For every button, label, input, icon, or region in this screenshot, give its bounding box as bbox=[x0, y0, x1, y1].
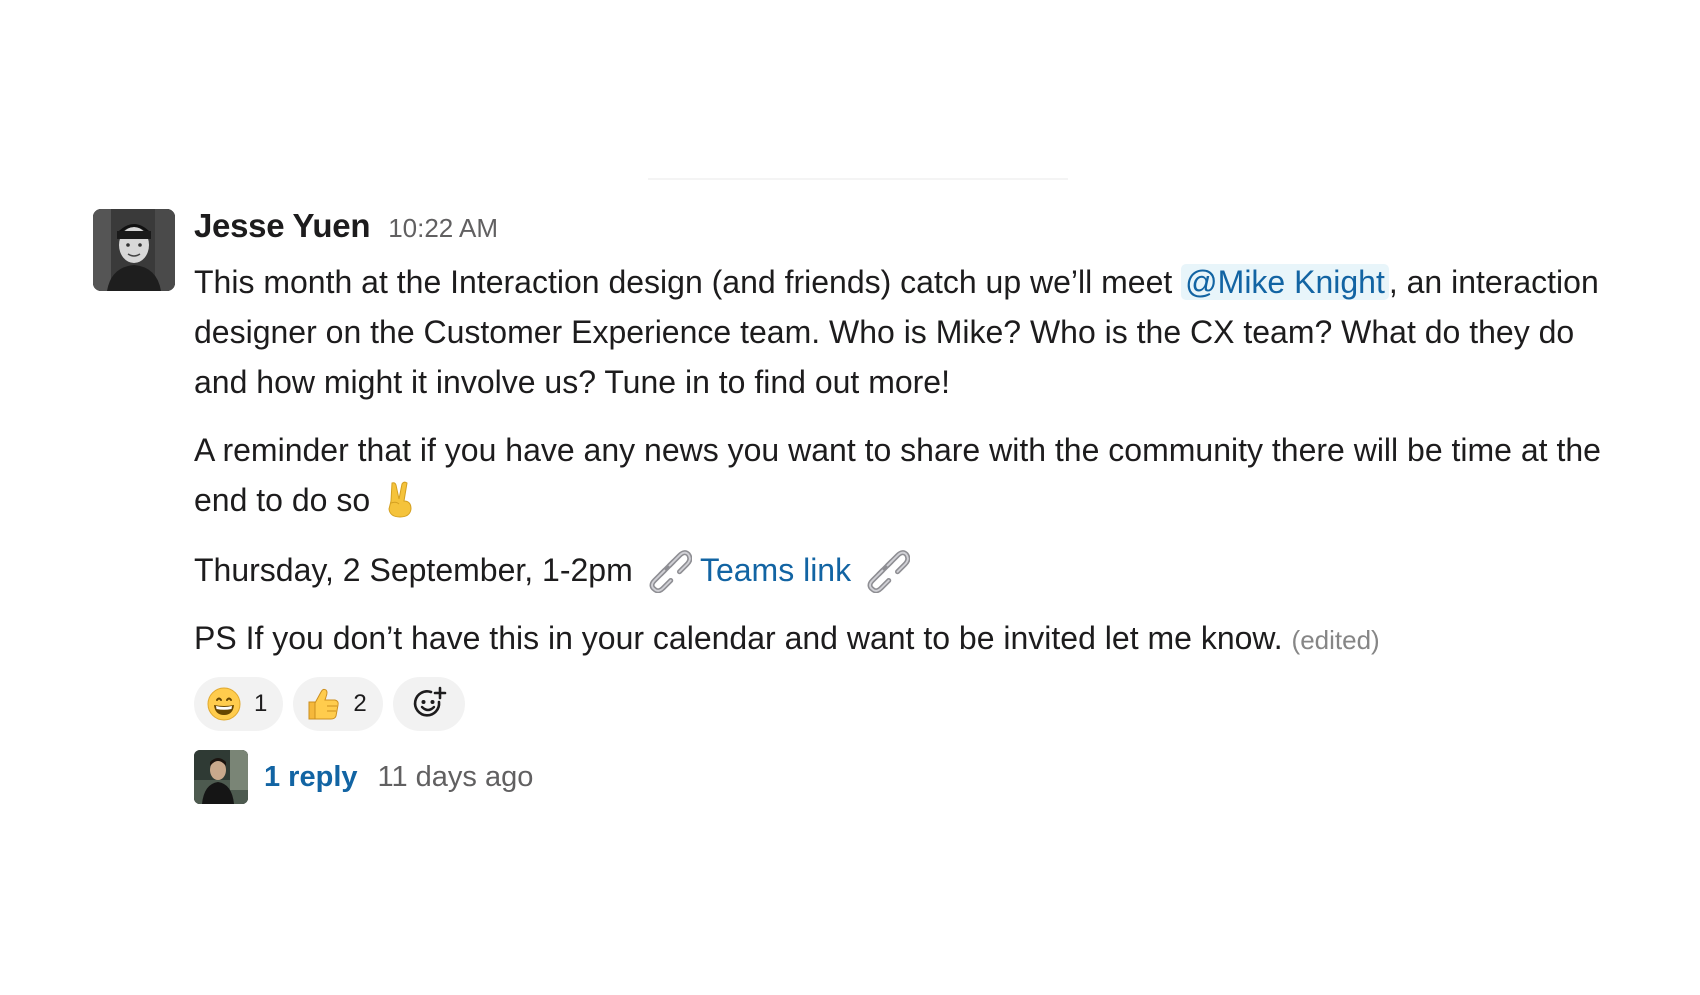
link-emoji bbox=[867, 550, 910, 593]
author-avatar[interactable] bbox=[93, 209, 175, 291]
message-paragraph-3: Thursday, 2 September, 1-2pm Teams link bbox=[194, 543, 1624, 595]
reaction-count: 1 bbox=[254, 690, 268, 717]
message-paragraph-2: A reminder that if you have any news you… bbox=[194, 425, 1624, 525]
author-name[interactable]: Jesse Yuen bbox=[194, 207, 371, 245]
paragraph-text: This month at the Interaction design (an… bbox=[194, 264, 1182, 300]
user-mention[interactable]: @Mike Knight bbox=[1181, 264, 1389, 300]
reply-author-avatar bbox=[194, 750, 248, 804]
link-emoji bbox=[649, 550, 692, 593]
message-timestamp[interactable]: 10:22 AM bbox=[388, 213, 498, 244]
reaction-count: 2 bbox=[353, 690, 367, 717]
reactions-bar: 1 2 bbox=[194, 677, 1624, 731]
message-paragraph-1: This month at the Interaction design (an… bbox=[194, 257, 1624, 407]
grinning-face-emoji bbox=[207, 687, 241, 721]
edited-label: (edited) bbox=[1291, 625, 1380, 655]
victory-hand-emoji bbox=[388, 481, 412, 518]
divider bbox=[648, 178, 1068, 180]
thumbs-up-emoji bbox=[308, 688, 340, 720]
event-date: Thursday, 2 September, 1-2pm bbox=[194, 552, 642, 588]
reaction-thumbs-up[interactable]: 2 bbox=[293, 677, 383, 731]
last-reply-time: 11 days ago bbox=[377, 760, 534, 793]
reaction-grinning-face[interactable]: 1 bbox=[194, 677, 284, 731]
message-header: Jesse Yuen 10:22 AM bbox=[194, 207, 1624, 247]
add-reaction-button[interactable] bbox=[392, 677, 465, 731]
paragraph-text: PS If you don’t have this in your calend… bbox=[194, 620, 1292, 656]
message-content: Jesse Yuen 10:22 AM This month at the In… bbox=[194, 207, 1624, 805]
reply-count-link[interactable]: 1 reply bbox=[264, 761, 358, 794]
teams-link[interactable]: Teams link bbox=[700, 552, 851, 588]
thread-summary: 1 reply 11 days ago bbox=[194, 749, 1624, 805]
add-reaction-icon bbox=[413, 686, 447, 717]
message-paragraph-4: PS If you don’t have this in your calend… bbox=[194, 613, 1624, 665]
